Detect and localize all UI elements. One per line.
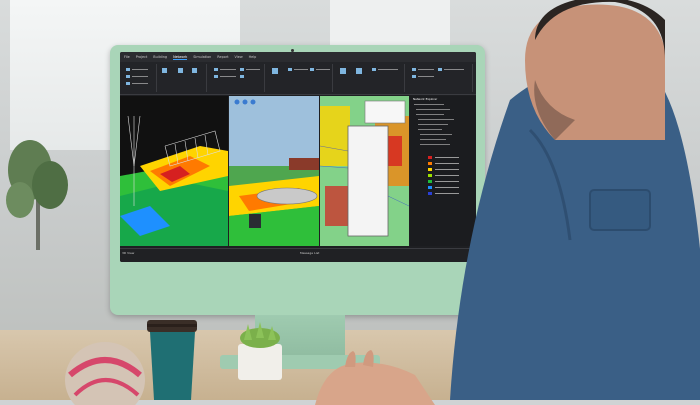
coffee-cup (147, 320, 197, 400)
person-head (525, 0, 665, 140)
menu-item-view[interactable]: View (235, 55, 243, 59)
heatmap-3d-middle (229, 96, 319, 246)
menu-item-project[interactable]: Project (136, 55, 148, 59)
viewport-3d-left[interactable] (120, 96, 228, 246)
menu-item-simulation[interactable]: Simulation (193, 55, 211, 59)
succulent-plant (238, 322, 282, 380)
person-hand (315, 350, 435, 405)
heatmap-2d-plan (320, 96, 409, 246)
menu-item-report[interactable]: Report (217, 55, 228, 59)
menu-item-file[interactable]: File (124, 55, 130, 59)
viewport-3d-middle[interactable] (229, 96, 319, 246)
background-plant (6, 140, 68, 250)
panel-title: Network Explorer (413, 97, 438, 101)
legend-swatch (428, 162, 432, 165)
legend-swatch (428, 192, 432, 195)
legend-swatch (428, 156, 432, 159)
ribbon-icons[interactable] (120, 62, 476, 94)
legend-swatch (428, 174, 432, 177)
legend-swatch (428, 180, 432, 183)
status-message[interactable]: Message List (300, 251, 319, 255)
monitor-screen: File Project Building Network Simulation Repo… (120, 52, 476, 262)
app-menubar: File Project Building Network Simulation Repo… (120, 52, 476, 62)
menu-item-building[interactable]: Building (153, 55, 167, 59)
viewport-2d-plan[interactable] (320, 96, 409, 246)
menu-item-help[interactable]: Help (249, 55, 257, 59)
menu-item-network[interactable]: Network (173, 55, 188, 60)
decorative-ball (65, 342, 145, 405)
legend-swatch (428, 186, 432, 189)
heatmap-3d-left (120, 96, 228, 246)
status-bar: Message List 3D View (120, 248, 476, 262)
app-ribbon (120, 62, 476, 95)
legend-swatch (428, 168, 432, 171)
viewport-label: 3D View (122, 251, 135, 255)
